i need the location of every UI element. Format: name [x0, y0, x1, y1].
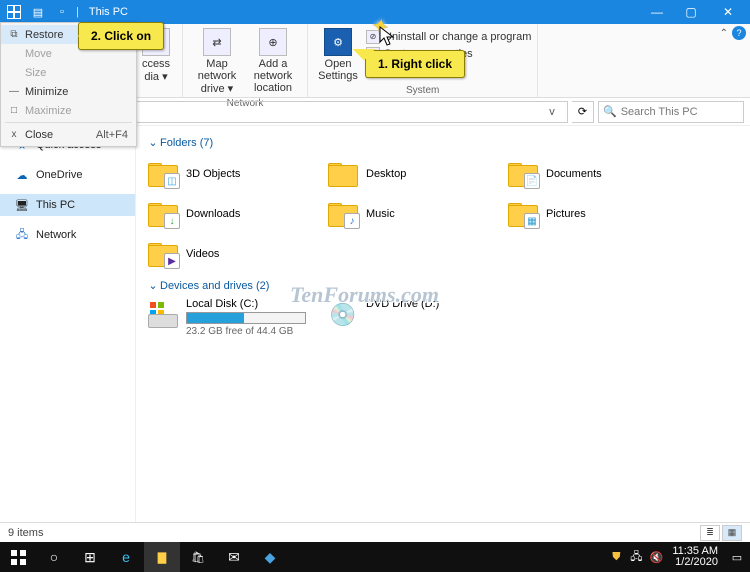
folder-item[interactable]: ↓ Downloads: [146, 195, 326, 233]
restore-icon: ⧉: [5, 29, 23, 40]
pc-icon: 🖥: [14, 197, 30, 213]
main-area: ★Quick access ☁OneDrive 🖥This PC 🖧Networ…: [0, 126, 750, 522]
taskbar-edge[interactable]: e: [108, 542, 144, 572]
taskbar: ○ ⊞ e ▇ 🛍 ✉ ◆ ⛊ 🖧 🔇 11:35 AM1/2/2020 ▭: [0, 542, 750, 572]
minimize-button[interactable]: —: [640, 0, 674, 24]
dvd-icon: 💿: [329, 302, 356, 328]
taskbar-store[interactable]: 🛍: [180, 542, 216, 572]
task-view-button[interactable]: ⊞: [72, 542, 108, 572]
folder-label: Downloads: [186, 208, 240, 220]
folder-item[interactable]: ▶ Videos: [146, 235, 326, 273]
drives-header[interactable]: ⌄Devices and drives (2): [146, 279, 740, 292]
network-drive-icon: ⇄: [203, 28, 231, 56]
window-title: This PC: [89, 6, 128, 18]
folder-item[interactable]: 📄 Documents: [506, 155, 686, 193]
callout-right-click: 1. Right click: [365, 50, 465, 78]
sysmenu-close[interactable]: xCloseAlt+F4: [1, 125, 136, 144]
ribbon-collapse-button[interactable]: ⌃: [720, 28, 728, 39]
folder-item[interactable]: ♪ Music: [326, 195, 506, 233]
folder-icon: 📄: [506, 159, 540, 189]
settings-gear-icon: ⚙: [324, 28, 352, 56]
sysmenu-separator: [5, 122, 132, 123]
drive-label: DVD Drive (D:): [366, 298, 506, 310]
callout-click-on: 2. Click on: [78, 22, 164, 50]
item-count: 9 items: [8, 527, 43, 539]
taskbar-clock[interactable]: 11:35 AM1/2/2020: [666, 546, 724, 568]
cortana-button[interactable]: ○: [36, 542, 72, 572]
drives-grid: Local Disk (C:) 23.2 GB free of 44.4 GB💿 D…: [146, 298, 740, 345]
drive-label: Local Disk (C:): [186, 298, 326, 310]
taskbar-mail[interactable]: ✉: [216, 542, 252, 572]
start-button[interactable]: [0, 542, 36, 572]
qat-properties-icon[interactable]: ▤: [30, 4, 46, 20]
ribbon-system-label: System: [406, 84, 439, 97]
refresh-button[interactable]: ⟳: [572, 101, 594, 123]
folder-label: Music: [366, 208, 395, 220]
qat-separator: |: [76, 6, 79, 18]
ribbon-group-network: ⇄Map network drive ▾ ⊕Add a network loca…: [183, 24, 308, 97]
folder-icon: ▶: [146, 239, 180, 269]
maximize-icon: □: [5, 105, 23, 116]
network-icon: 🖧: [14, 227, 30, 243]
sidebar-onedrive[interactable]: ☁OneDrive: [0, 164, 135, 186]
maximize-button[interactable]: ▢: [674, 0, 708, 24]
tray-network-icon[interactable]: 🖧: [626, 542, 646, 572]
map-network-drive-button[interactable]: ⇄Map network drive ▾: [189, 26, 245, 97]
network-location-icon: ⊕: [259, 28, 287, 56]
sidebar-network[interactable]: 🖧Network: [0, 224, 135, 246]
close-icon: x: [5, 129, 23, 140]
content-pane[interactable]: ⌄Folders (7) ◫ 3D Objects Desktop 📄 Document…: [136, 126, 750, 522]
add-network-location-button[interactable]: ⊕Add a network location: [245, 26, 301, 96]
taskbar-app[interactable]: ◆: [252, 542, 288, 572]
sysmenu-maximize: □Maximize: [1, 101, 136, 120]
tray-volume-icon[interactable]: 🔇: [646, 542, 666, 572]
address-path[interactable]: 🖥 › Cv: [98, 101, 568, 123]
folder-label: Desktop: [366, 168, 406, 180]
tiles-view-button[interactable]: ▦: [722, 525, 742, 541]
close-window-button[interactable]: ✕: [708, 0, 748, 24]
uninstall-programs-button[interactable]: ⊘Uninstall or change a program: [366, 28, 531, 45]
drive-usage-bar: [186, 312, 306, 324]
folder-label: 3D Objects: [186, 168, 240, 180]
status-bar: 9 items ≣ ▦: [0, 522, 750, 542]
folder-item[interactable]: ▦ Pictures: [506, 195, 686, 233]
details-view-button[interactable]: ≣: [700, 525, 720, 541]
address-dropdown[interactable]: v: [543, 106, 561, 118]
folder-icon: [326, 159, 360, 189]
folder-label: Documents: [546, 168, 602, 180]
folder-icon: ▦: [506, 199, 540, 229]
drive-icon: 💿: [326, 298, 360, 332]
folder-icon: ◫: [146, 159, 180, 189]
drive-free-text: 23.2 GB free of 44.4 GB: [186, 326, 326, 337]
search-box[interactable]: 🔍Search This PC: [598, 101, 744, 123]
drive-item[interactable]: Local Disk (C:) 23.2 GB free of 44.4 GB: [146, 298, 326, 337]
sysmenu-size: Size: [1, 63, 136, 82]
minimize-icon: —: [5, 86, 23, 97]
open-settings-button[interactable]: ⚙Open Settings: [314, 26, 362, 84]
taskbar-explorer[interactable]: ▇: [144, 542, 180, 572]
qat-newfolder-icon[interactable]: ▫: [54, 4, 70, 20]
help-button[interactable]: ?: [732, 26, 746, 40]
search-icon: 🔍: [603, 105, 617, 118]
drive-icon: [146, 298, 180, 332]
folder-item[interactable]: ◫ 3D Objects: [146, 155, 326, 193]
navigation-pane: ★Quick access ☁OneDrive 🖥This PC 🖧Networ…: [0, 126, 136, 522]
sysmenu-minimize[interactable]: —Minimize: [1, 82, 136, 101]
system-menu-icon[interactable]: [6, 4, 22, 20]
tray-security-icon[interactable]: ⛊: [606, 542, 626, 572]
folder-item[interactable]: Desktop: [326, 155, 506, 193]
chevron-down-icon: ⌄: [146, 279, 160, 292]
folder-label: Videos: [186, 248, 219, 260]
chevron-down-icon: ⌄: [146, 136, 160, 149]
folders-header[interactable]: ⌄Folders (7): [146, 136, 740, 149]
drive-item[interactable]: 💿 DVD Drive (D:): [326, 298, 506, 337]
folder-icon: ↓: [146, 199, 180, 229]
onedrive-icon: ☁: [14, 167, 30, 183]
folder-icon: ♪: [326, 199, 360, 229]
folder-label: Pictures: [546, 208, 586, 220]
folders-grid: ◫ 3D Objects Desktop 📄 Documents ↓ Downloads ♪ M…: [146, 155, 740, 275]
sidebar-this-pc[interactable]: 🖥This PC: [0, 194, 135, 216]
